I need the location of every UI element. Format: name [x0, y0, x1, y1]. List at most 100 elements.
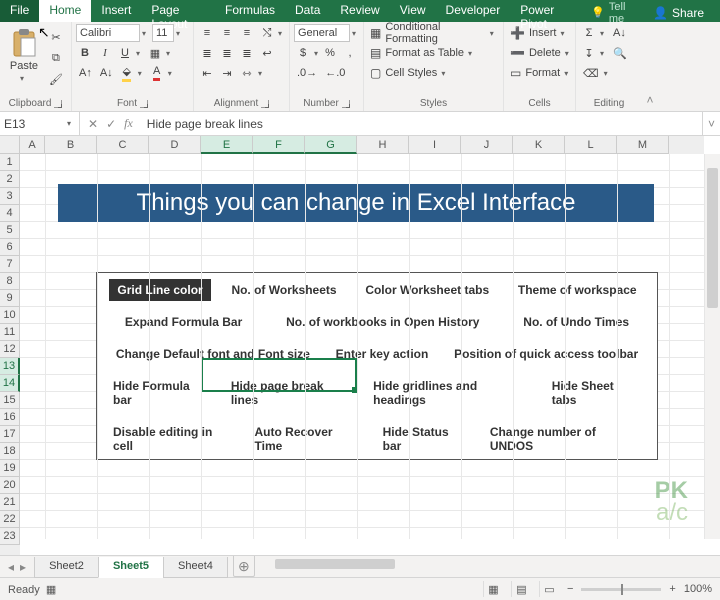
chevron-down-icon[interactable]: ▾	[67, 119, 75, 128]
zoom-slider[interactable]	[581, 588, 661, 591]
tab-page-layout[interactable]: Page Layout	[141, 0, 215, 22]
align-bottom-button[interactable]: ≡	[238, 24, 256, 42]
align-center-button[interactable]: ≣	[218, 44, 236, 62]
tab-home[interactable]: Home	[39, 0, 91, 22]
macro-record-button[interactable]: ▦	[46, 584, 56, 596]
new-sheet-button[interactable]: ⊕	[233, 556, 255, 577]
column-header-H[interactable]: H	[357, 136, 409, 154]
sheet-tab-sheet4[interactable]: Sheet4	[163, 557, 228, 578]
align-middle-button[interactable]: ≡	[218, 24, 236, 42]
chevron-down-icon[interactable]: ▾	[138, 69, 146, 78]
chevron-down-icon[interactable]: ▾	[166, 49, 174, 58]
column-header-I[interactable]: I	[409, 136, 461, 154]
enter-formula-button[interactable]: ✓	[106, 117, 116, 131]
zoom-in-button[interactable]: +	[669, 583, 675, 595]
scroll-thumb[interactable]	[275, 559, 395, 569]
row-header-13[interactable]: 13	[0, 358, 20, 375]
row-header-21[interactable]: 21	[0, 494, 20, 511]
wrap-text-button[interactable]: ↩	[258, 44, 276, 62]
collapse-ribbon-button[interactable]: ˄	[642, 22, 658, 111]
chevron-down-icon[interactable]: ▾	[600, 49, 608, 58]
paste-button[interactable]: Paste ▾	[4, 24, 44, 98]
row-header-15[interactable]: 15	[0, 392, 20, 409]
cancel-formula-button[interactable]: ✕	[88, 117, 98, 131]
comma-button[interactable]: ,	[341, 44, 359, 62]
autosum-button[interactable]: Σ	[580, 24, 598, 42]
increase-decimal-button[interactable]: .0→	[294, 64, 320, 82]
row-header-10[interactable]: 10	[0, 307, 20, 324]
row-header-4[interactable]: 4	[0, 205, 20, 222]
column-header-F[interactable]: F	[253, 136, 305, 154]
number-format-combo[interactable]	[294, 24, 350, 42]
row-header-11[interactable]: 11	[0, 324, 20, 341]
font-color-button[interactable]: A	[148, 64, 166, 82]
column-header-E[interactable]: E	[201, 136, 253, 154]
page-layout-view-button[interactable]: ▤	[511, 581, 531, 597]
align-top-button[interactable]: ≡	[198, 24, 216, 42]
dialog-launcher-icon[interactable]	[261, 100, 269, 108]
format-painter-button[interactable]: 🖌	[46, 70, 66, 88]
chevron-down-icon[interactable]: ▾	[352, 29, 359, 38]
delete-cells-button[interactable]: ➖Delete▾	[508, 44, 571, 62]
chevron-down-icon[interactable]: ▾	[600, 29, 608, 38]
decrease-decimal-button[interactable]: ←.0	[322, 64, 348, 82]
column-header-A[interactable]: A	[20, 136, 45, 154]
decrease-indent-button[interactable]: ⇤	[198, 64, 216, 82]
column-header-D[interactable]: D	[149, 136, 201, 154]
chevron-down-icon[interactable]: ▾	[258, 69, 266, 78]
page-break-view-button[interactable]: ▭	[539, 581, 559, 597]
font-size-combo[interactable]	[152, 24, 174, 42]
expand-formula-bar-button[interactable]: ˅	[702, 112, 720, 135]
zoom-slider-thumb[interactable]	[621, 584, 623, 595]
chevron-down-icon[interactable]: ▾	[604, 69, 612, 78]
tab-review[interactable]: Review	[330, 0, 389, 22]
tab-view[interactable]: View	[390, 0, 436, 22]
chevron-down-icon[interactable]: ▾	[314, 49, 319, 58]
format-as-table-button[interactable]: ▤ Format as Table ▾	[368, 44, 499, 62]
orientation-button[interactable]: ⤭	[258, 24, 276, 42]
row-header-19[interactable]: 19	[0, 460, 20, 477]
insert-cells-button[interactable]: ➕Insert▾	[508, 24, 571, 42]
row-header-5[interactable]: 5	[0, 222, 20, 239]
cut-button[interactable]: ✂	[46, 28, 66, 46]
row-header-20[interactable]: 20	[0, 477, 20, 494]
share-button[interactable]: 👤 Share	[643, 0, 714, 22]
decrease-font-button[interactable]: A↓	[97, 64, 116, 82]
dialog-launcher-icon[interactable]	[140, 100, 148, 108]
insert-function-button[interactable]: fx	[124, 116, 133, 131]
column-headers[interactable]: ABCDEFGHIJKLM	[20, 136, 704, 154]
vertical-scrollbar[interactable]	[704, 154, 720, 539]
row-header-23[interactable]: 23	[0, 528, 20, 545]
horizontal-scrollbar[interactable]	[267, 556, 720, 577]
row-headers[interactable]: 1234567891011121314151617181920212223	[0, 154, 20, 555]
tell-me[interactable]: 💡 Tell me	[581, 0, 643, 22]
row-header-12[interactable]: 12	[0, 341, 20, 358]
row-header-3[interactable]: 3	[0, 188, 20, 205]
zoom-level[interactable]: 100%	[684, 583, 712, 595]
cell-styles-button[interactable]: ▢ Cell Styles ▾	[368, 64, 499, 82]
fill-button[interactable]: ↧	[580, 44, 598, 62]
column-header-C[interactable]: C	[97, 136, 149, 154]
column-header-J[interactable]: J	[461, 136, 513, 154]
fill-color-button[interactable]: ⬙	[118, 64, 136, 82]
row-header-18[interactable]: 18	[0, 443, 20, 460]
row-header-17[interactable]: 17	[0, 426, 20, 443]
merge-center-button[interactable]: ⇿	[238, 64, 256, 82]
zoom-out-button[interactable]: −	[567, 583, 573, 595]
tab-data[interactable]: Data	[285, 0, 330, 22]
currency-button[interactable]: $	[294, 44, 312, 62]
sheet-tab-sheet2[interactable]: Sheet2	[34, 557, 99, 578]
align-right-button[interactable]: ≣	[238, 44, 256, 62]
sheet-tab-sheet5[interactable]: Sheet5	[98, 557, 164, 578]
align-left-button[interactable]: ≣	[198, 44, 216, 62]
tab-developer[interactable]: Developer	[436, 0, 511, 22]
format-cells-button[interactable]: ▭Format▾	[508, 64, 571, 82]
tab-insert[interactable]: Insert	[91, 0, 141, 22]
chevron-down-icon[interactable]: ▾	[176, 29, 184, 38]
column-header-B[interactable]: B	[45, 136, 97, 154]
clear-button[interactable]: ⌫	[580, 64, 602, 82]
conditional-formatting-button[interactable]: ▦ Conditional Formatting ▾	[368, 24, 499, 42]
chevron-down-icon[interactable]: ▾	[142, 29, 150, 38]
copy-button[interactable]: ⧉	[46, 49, 66, 67]
row-header-14[interactable]: 14	[0, 375, 20, 392]
